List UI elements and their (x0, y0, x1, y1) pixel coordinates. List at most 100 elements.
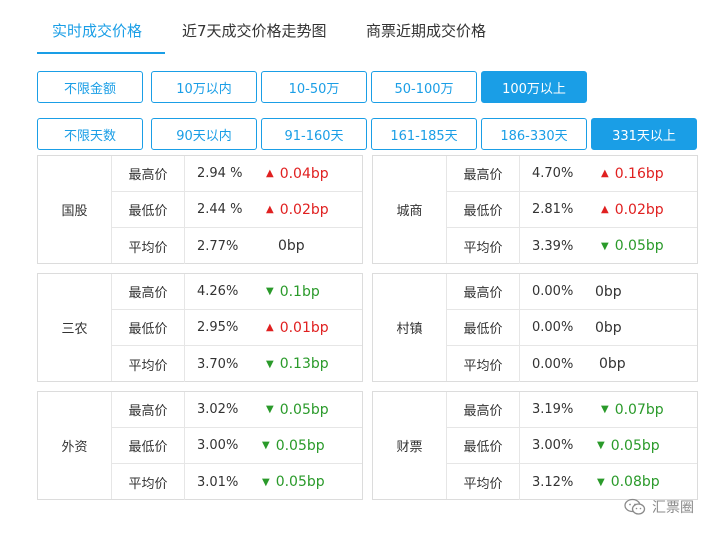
change-value: ▼ 0.05bp (262, 428, 325, 463)
price-row-low: 最低价 3.00% ▼ 0.05bp (447, 428, 697, 464)
down-arrow-icon: ▼ (266, 404, 274, 415)
price-row-low: 最低价 2.81% ▲ 0.02bp (447, 192, 697, 228)
change-value: ▼ 0.07bp (601, 392, 664, 427)
rate-value: 2.94 % (197, 166, 243, 181)
price-row-high: 最高价 4.70% ▲ 0.16bp (447, 156, 697, 192)
price-row-low: 最低价 0.00% 0bp (447, 310, 697, 346)
price-row-avg: 平均价 3.12% ▼ 0.08bp (447, 464, 697, 500)
watermark: 汇票圈 (624, 497, 694, 517)
rate-value: 3.70% (197, 356, 239, 372)
up-arrow-icon: ▲ (266, 168, 274, 179)
up-arrow-icon: ▲ (266, 322, 274, 333)
rate-value: 2.44 % (197, 202, 243, 217)
price-row-high: 最高价 2.94 % ▲ 0.04bp (112, 156, 362, 192)
change-text: 0bp (599, 356, 626, 372)
tab-commercial-bill-price[interactable]: 商票近期成交价格 (366, 20, 486, 41)
rate-value: 4.70% (532, 166, 574, 181)
change-value: 0bp (595, 310, 622, 345)
row-label: 平均价 (447, 464, 520, 500)
price-row-avg: 平均价 3.70% ▼ 0.13bp (112, 346, 362, 382)
change-value: ▼ 0.1bp (266, 274, 320, 309)
rate-value: 3.01% (197, 474, 239, 490)
price-row-low: 最低价 3.00% ▼ 0.05bp (112, 428, 362, 464)
change-text: 0.05bp (614, 238, 664, 254)
up-arrow-icon: ▲ (601, 204, 609, 215)
wechat-icon (624, 498, 646, 515)
day-filter-over-331[interactable]: 331天以上 (591, 118, 697, 150)
rate-value: 3.00% (197, 438, 239, 453)
tab-7day-trend[interactable]: 近7天成交价格走势图 (182, 20, 327, 41)
price-row-high: 最高价 0.00% 0bp (447, 274, 697, 310)
amount-filter-10-50w[interactable]: 10-50万 (261, 71, 367, 103)
rate-value: 3.02% (197, 402, 239, 417)
category-label: 城商 (373, 156, 447, 263)
change-text: 0.08bp (610, 474, 660, 490)
row-label: 最高价 (447, 156, 520, 191)
down-arrow-icon: ▼ (262, 440, 270, 451)
day-filter-unlimited[interactable]: 不限天数 (37, 118, 143, 150)
price-row-high: 最高价 3.02% ▼ 0.05bp (112, 392, 362, 428)
change-text: 0.05bp (279, 401, 329, 418)
change-value: 0bp (599, 346, 626, 382)
price-row-high: 最高价 4.26% ▼ 0.1bp (112, 274, 362, 310)
row-label: 最高价 (112, 274, 185, 309)
change-value: 0bp (278, 228, 305, 264)
rate-value: 3.00% (532, 438, 574, 453)
amount-filter-under-10w[interactable]: 10万以内 (151, 71, 257, 103)
rate-value: 0.00% (532, 320, 574, 335)
rate-value: 0.00% (532, 284, 574, 299)
change-value: ▼ 0.05bp (601, 228, 664, 264)
row-label: 平均价 (112, 346, 185, 382)
up-arrow-icon: ▲ (266, 204, 274, 215)
row-label: 平均价 (112, 464, 185, 500)
down-arrow-icon: ▼ (597, 476, 605, 488)
change-text: 0bp (278, 238, 305, 254)
change-value: 0bp (595, 274, 622, 309)
change-text: 0.07bp (614, 401, 664, 418)
change-value: ▲ 0.16bp (601, 156, 664, 191)
change-text: 0.02bp (279, 201, 329, 218)
category-label: 三农 (38, 274, 112, 381)
amount-filter-50-100w[interactable]: 50-100万 (371, 71, 477, 103)
rate-value: 3.12% (532, 474, 574, 490)
price-panel-waizi: 外资 最高价 3.02% ▼ 0.05bp 最低价 3.00% ▼ 0.05bp 平… (37, 391, 363, 500)
price-panel-chengshang: 城商 最高价 4.70% ▲ 0.16bp 最低价 2.81% ▲ 0.02bp 平… (372, 155, 698, 264)
up-arrow-icon: ▲ (601, 168, 609, 179)
down-arrow-icon: ▼ (266, 286, 274, 297)
day-filter-186-330[interactable]: 186-330天 (481, 118, 587, 150)
rate-value: 2.81% (532, 202, 574, 217)
tab-realtime-price[interactable]: 实时成交价格 (52, 20, 142, 41)
change-value: ▼ 0.08bp (597, 464, 660, 500)
change-value: ▼ 0.05bp (262, 464, 325, 500)
change-value: ▼ 0.13bp (266, 346, 329, 382)
row-label: 最高价 (112, 156, 185, 191)
rate-value: 3.19% (532, 402, 574, 417)
row-label: 平均价 (447, 228, 520, 264)
price-row-avg: 平均价 3.39% ▼ 0.05bp (447, 228, 697, 264)
price-panel-cunzhen: 村镇 最高价 0.00% 0bp 最低价 0.00% 0bp 平均价 0.00%… (372, 273, 698, 382)
change-text: 0.16bp (614, 165, 664, 182)
down-arrow-icon: ▼ (601, 404, 609, 415)
down-arrow-icon: ▼ (262, 476, 270, 488)
row-label: 最低价 (447, 192, 520, 227)
change-text: 0.04bp (279, 165, 329, 182)
category-label: 村镇 (373, 274, 447, 381)
day-filter-161-185[interactable]: 161-185天 (371, 118, 477, 150)
amount-filter-unlimited[interactable]: 不限金额 (37, 71, 143, 103)
row-label: 平均价 (447, 346, 520, 382)
change-text: 0bp (595, 319, 622, 336)
price-row-low: 最低价 2.44 % ▲ 0.02bp (112, 192, 362, 228)
change-text: 0.05bp (610, 437, 660, 454)
day-filter-91-160[interactable]: 91-160天 (261, 118, 367, 150)
row-label: 最低价 (447, 310, 520, 345)
change-value: ▲ 0.04bp (266, 156, 329, 191)
row-label: 最高价 (112, 392, 185, 427)
change-text: 0.1bp (279, 283, 320, 300)
amount-filter-over-100w[interactable]: 100万以上 (481, 71, 587, 103)
rate-value: 2.77% (197, 238, 239, 254)
rate-value: 4.26% (197, 284, 239, 299)
row-label: 最高价 (447, 274, 520, 309)
row-label: 最高价 (447, 392, 520, 427)
change-text: 0.01bp (279, 319, 329, 336)
day-filter-under-90[interactable]: 90天以内 (151, 118, 257, 150)
